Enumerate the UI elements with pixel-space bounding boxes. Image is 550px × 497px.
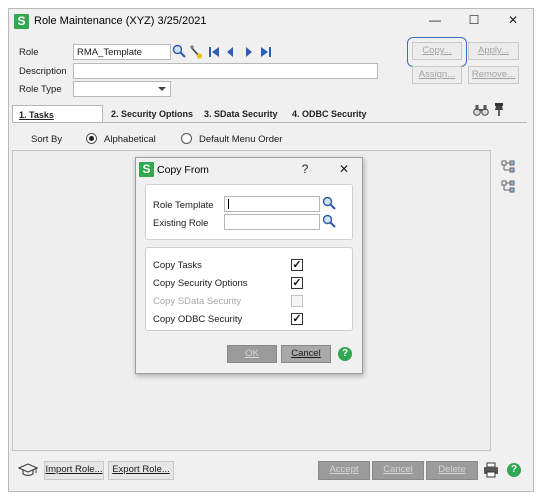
pin-icon[interactable] [493,102,505,117]
dialog-cancel-button[interactable]: Cancel [281,345,331,363]
role-type-select[interactable] [73,81,171,97]
previous-record-icon[interactable] [225,46,235,58]
dialog-close-icon[interactable]: ✕ [334,162,354,176]
dialog-help-icon[interactable]: ? [295,162,315,176]
last-record-icon[interactable] [260,46,272,58]
copy-tasks-label: Copy Tasks [153,260,202,271]
graduation-cap-icon[interactable] [17,462,39,478]
role-input[interactable]: RMA_Template [73,44,171,60]
lookup-wand-icon[interactable] [189,44,203,59]
accept-button[interactable]: Accept [318,461,370,480]
collapse-all-icon[interactable] [501,180,515,194]
next-record-icon[interactable] [244,46,254,58]
copy-odbc-security-checkbox[interactable]: ✓ [291,313,303,325]
first-record-icon[interactable] [208,46,220,58]
copy-security-options-label: Copy Security Options [153,278,248,289]
ok-button[interactable]: OK [227,345,277,363]
assign-button[interactable]: Assign... [412,66,462,84]
cancel-button[interactable]: Cancel [372,461,424,480]
tab-odbc-security[interactable]: 4. ODBC Security [286,105,373,123]
expand-all-icon[interactable] [501,160,515,174]
tab-security-options[interactable]: 2. Security Options [105,105,199,123]
copy-odbc-security-label: Copy ODBC Security [153,314,243,325]
copy-button[interactable]: Copy... [412,42,462,60]
description-label: Description [19,66,67,77]
remove-button[interactable]: Remove... [468,66,519,84]
lookup-panel [145,184,353,240]
delete-button[interactable]: Delete [426,461,478,480]
printer-icon[interactable] [483,462,499,478]
sort-alphabetical-label: Alphabetical [104,134,156,145]
dialog-title: Copy From [157,164,209,176]
help-icon[interactable]: ? [507,463,521,477]
tab-divider [12,122,527,123]
apply-button[interactable]: Apply... [468,42,519,60]
sort-alphabetical-radio[interactable] [86,133,97,144]
role-type-label: Role Type [19,84,62,95]
tab-tasks[interactable]: 1. Tasks [12,105,103,123]
help-icon[interactable]: ? [338,347,352,361]
sort-menu-order-label: Default Menu Order [199,134,283,145]
close-icon[interactable]: ✕ [503,13,523,27]
search-icon[interactable] [322,196,336,211]
binoculars-icon[interactable] [473,103,489,117]
role-label: Role [19,47,39,58]
text-cursor [228,199,229,209]
maximize-icon[interactable]: ☐ [464,13,484,27]
copy-sdata-security-checkbox[interactable] [291,295,303,307]
copy-from-dialog: S Copy From ? ✕ Role Template Existing R… [135,157,363,374]
chevron-down-icon [158,87,166,91]
existing-role-label: Existing Role [153,218,209,229]
search-icon[interactable] [172,44,186,59]
search-icon[interactable] [322,214,336,229]
sage-logo-icon: S [139,162,154,177]
minimize-icon[interactable]: — [425,13,445,27]
description-input[interactable] [73,63,378,79]
role-template-label: Role Template [153,200,214,211]
window-title: Role Maintenance (XYZ) 3/25/2021 [34,15,207,27]
existing-role-input[interactable] [224,214,320,230]
copy-sdata-security-label: Copy SData Security [153,296,242,307]
role-template-input[interactable] [224,196,320,212]
sort-menu-order-radio[interactable] [181,133,192,144]
import-role-button[interactable]: Import Role... [44,461,104,480]
copy-security-options-checkbox[interactable]: ✓ [291,277,303,289]
export-role-button[interactable]: Export Role... [108,461,174,480]
sage-logo-icon: S [14,14,29,29]
sort-by-label: Sort By [31,134,63,145]
tab-sdata-security[interactable]: 3. SData Security [198,105,284,123]
copy-tasks-checkbox[interactable]: ✓ [291,259,303,271]
